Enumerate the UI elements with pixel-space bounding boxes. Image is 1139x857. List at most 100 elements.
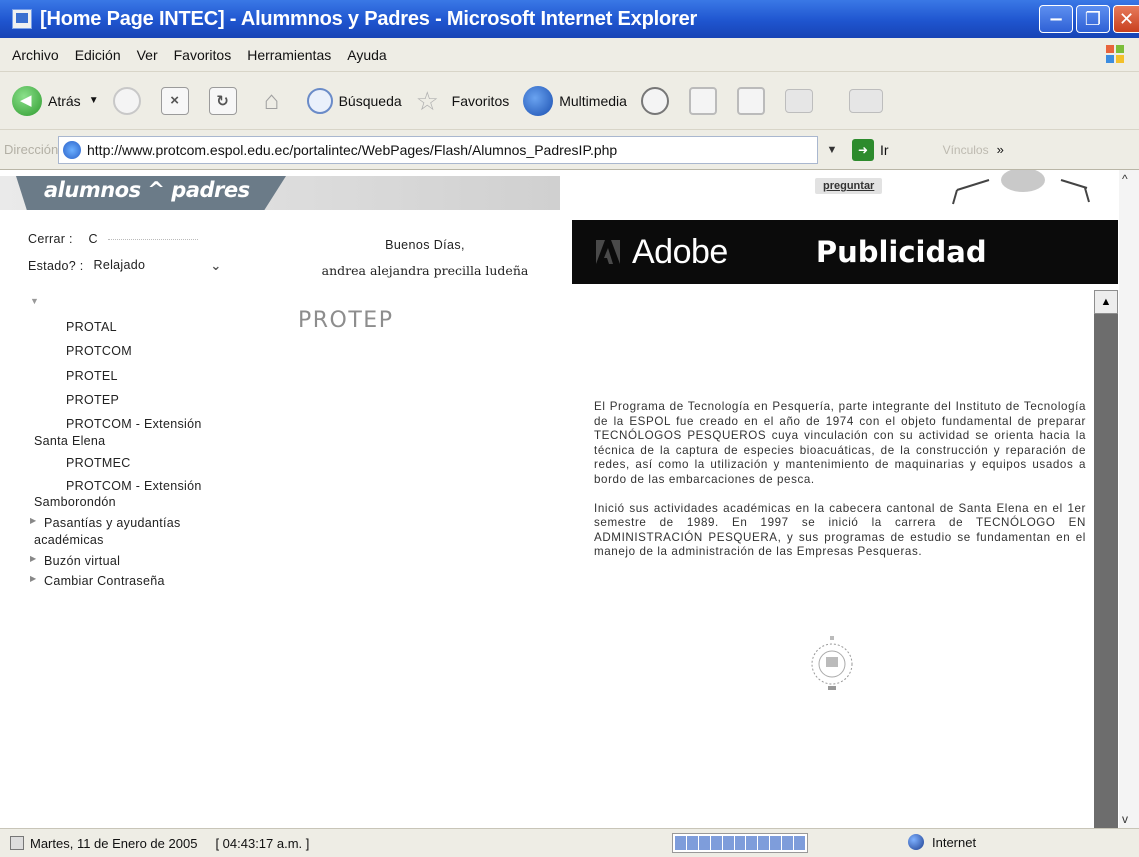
page-icon (63, 140, 81, 159)
ad-title: Publicidad (815, 235, 987, 269)
close-value[interactable]: C (89, 232, 98, 246)
description-paragraph: Inició sus actividades académicas en la … (594, 501, 1086, 559)
state-row: Estado? : Relajado ⌄ (28, 258, 222, 274)
window-title: [Home Page INTEC] - Alummnos y Padres - … (40, 7, 698, 30)
bullet-arrow-icon: ▶ (30, 554, 37, 563)
menu-ayuda[interactable]: Ayuda (347, 47, 386, 63)
back-button[interactable]: Atrás ▼ (0, 85, 99, 116)
favorites-label: Favoritos (451, 92, 510, 109)
go-label: Ir (880, 141, 889, 158)
address-field[interactable]: http://www.protcom.espol.edu.ec/portalin… (58, 135, 818, 164)
title-bar: [Home Page INTEC] - Alummnos y Padres - … (0, 0, 1139, 38)
refresh-icon: ↻ (208, 86, 237, 115)
close-row: Cerrar : C (28, 232, 198, 246)
nav-item-pasantias[interactable]: ▶ Pasantías y ayudantías (30, 516, 181, 530)
address-bar: Dirección http://www.protcom.espol.edu.e… (0, 130, 1139, 170)
right-pane: preguntar Adobe Publicidad El Programa d… (572, 170, 1118, 828)
ask-button[interactable]: preguntar (815, 178, 883, 194)
links-label[interactable]: Vínculos (943, 143, 989, 157)
program-description: El Programa de Tecnología en Pesquería, … (594, 400, 1086, 574)
links-chevron-icon[interactable]: » (997, 142, 1004, 157)
page-scrollbar[interactable]: ^ v (1119, 170, 1139, 828)
globe-icon (908, 834, 924, 850)
status-bar: Martes, 11 de Enero de 2005 [ 04:43:17 a… (0, 828, 1139, 857)
menu-bar: Archivo Edición Ver Favoritos Herramient… (0, 38, 1139, 72)
zone-label: Internet (932, 834, 977, 850)
nav-item-protcom-santa-elena-wrap[interactable]: Santa Elena (34, 434, 105, 448)
content-scrollbar[interactable]: ▲ (1094, 290, 1118, 828)
close-button[interactable]: ✕ (1113, 5, 1139, 33)
mail-icon (688, 86, 717, 115)
maximize-button[interactable]: ❐ (1076, 5, 1110, 33)
print-button[interactable] (736, 86, 771, 115)
back-arrow-icon (12, 85, 42, 116)
nav-item-protmec[interactable]: PROTMEC (66, 456, 131, 470)
nav-item-buzon[interactable]: ▶ Buzón virtual (30, 554, 121, 568)
back-dropdown-icon[interactable]: ▼ (89, 95, 99, 106)
refresh-button[interactable]: ↻ (208, 86, 243, 115)
menu-archivo[interactable]: Archivo (12, 47, 59, 63)
home-button[interactable]: ⌂ (257, 85, 293, 116)
scroll-down-icon[interactable]: v (1122, 812, 1128, 826)
page-viewport: alumnos ^ padres Cerrar : C Estado? : Re… (0, 170, 1139, 828)
mascot-decoration-icon (952, 170, 1090, 205)
security-zone: Internet (908, 834, 976, 850)
cambiar-label: Cambiar Contraseña (44, 574, 165, 588)
search-button[interactable]: Búsqueda (306, 87, 402, 114)
buzon-label: Buzón virtual (44, 554, 121, 568)
adobe-logo-icon (596, 240, 620, 264)
ad-banner[interactable]: Adobe Publicidad (572, 220, 1118, 284)
scroll-up-icon[interactable]: ^ (1122, 172, 1128, 186)
home-icon: ⌂ (263, 85, 280, 115)
greeting-text: Buenos Días, (385, 238, 465, 252)
scroll-up-icon[interactable]: ▲ (1094, 290, 1118, 314)
menu-edicion[interactable]: Edición (75, 47, 121, 63)
menu-favoritos[interactable]: Favoritos (174, 47, 232, 63)
chevron-down-icon: ⌄ (210, 258, 222, 273)
menu-ver[interactable]: Ver (137, 47, 158, 63)
nav-item-protcom-santa-elena[interactable]: PROTCOM - Extensión (66, 417, 202, 431)
nav-item-cambiar-contrasena[interactable]: ▶ Cambiar Contraseña (30, 574, 165, 588)
header-decoration: preguntar (793, 170, 1093, 210)
edit-button[interactable] (784, 88, 835, 113)
mail-button[interactable] (688, 86, 723, 115)
state-select[interactable]: Relajado ⌄ (94, 258, 222, 274)
nav-item-protcom[interactable]: PROTCOM (66, 344, 132, 358)
messenger-icon (848, 88, 883, 113)
nav-item-protel[interactable]: PROTEL (66, 369, 118, 383)
toolbar: Atrás ▼ × ↻ ⌂ Búsqueda ☆ Favoritos Multi… (0, 72, 1139, 130)
nav-item-protep[interactable]: PROTEP (66, 393, 119, 407)
ie-page-icon (12, 9, 32, 29)
forward-button[interactable] (112, 86, 147, 115)
search-label: Búsqueda (338, 92, 402, 109)
nav-item-protcom-samborondon[interactable]: PROTCOM - Extensión (66, 479, 202, 493)
nav-item-protcom-samborondon-wrap[interactable]: Samborondón (34, 495, 116, 509)
ad-brand: Adobe (632, 232, 728, 271)
bullet-arrow-icon: ▶ (30, 574, 37, 583)
go-button[interactable]: ➜ Ir (852, 138, 889, 161)
go-arrow-icon: ➜ (852, 138, 874, 161)
messenger-button[interactable] (848, 88, 905, 113)
star-icon: ☆ (415, 85, 439, 116)
address-url[interactable]: http://www.protcom.espol.edu.ec/portalin… (87, 142, 617, 158)
state-value: Relajado (93, 258, 146, 272)
collapse-arrow-icon[interactable]: ▼ (30, 296, 39, 306)
favorites-button[interactable]: ☆ Favoritos (416, 86, 510, 116)
description-paragraph: El Programa de Tecnología en Pesquería, … (594, 400, 1086, 486)
media-icon (523, 85, 554, 116)
nav-item-pasantias-wrap[interactable]: académicas (34, 533, 104, 547)
espol-seal-icon (811, 636, 853, 690)
user-name: andrea alejandra precilla ludeña (321, 263, 529, 278)
stop-button[interactable]: × (160, 86, 195, 115)
status-time: [ 04:43:17 a.m. ] (215, 835, 310, 851)
nav-item-protal[interactable]: PROTAL (66, 320, 117, 334)
windows-logo-icon (1105, 44, 1125, 64)
address-dropdown-icon[interactable]: ▼ (822, 136, 842, 164)
media-button[interactable]: Multimedia (523, 85, 627, 116)
menu-herramientas[interactable]: Herramientas (247, 47, 331, 63)
minimize-button[interactable]: − (1039, 5, 1073, 33)
back-label: Atrás (48, 92, 81, 109)
history-button[interactable] (640, 86, 675, 115)
greeting-block: Buenos Días, andrea alejandra precilla l… (290, 232, 560, 284)
bullet-arrow-icon: ▶ (30, 516, 37, 525)
